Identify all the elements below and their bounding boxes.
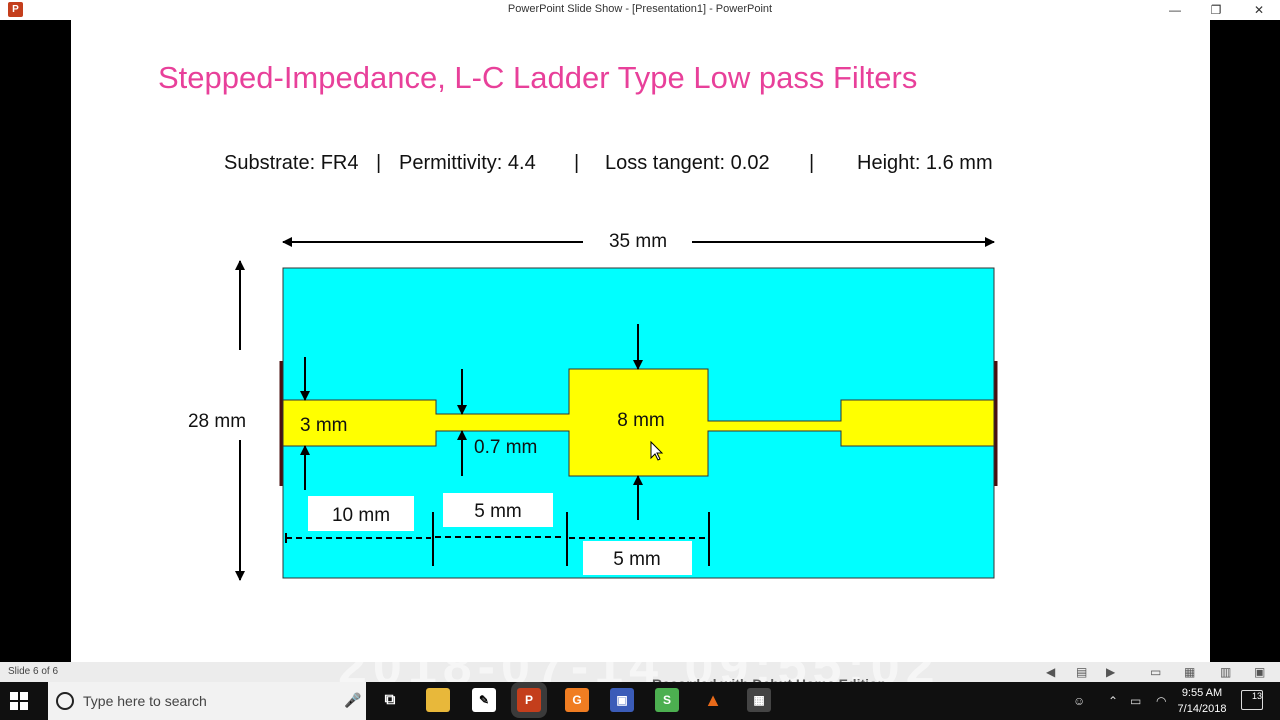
grid-view-icon[interactable]: ▦ bbox=[1184, 665, 1195, 679]
normal-view-icon[interactable]: ▭ bbox=[1150, 665, 1161, 679]
notification-count: 13 bbox=[1251, 691, 1262, 701]
window-title: PowerPoint Slide Show - [Presentation1] … bbox=[507, 3, 773, 15]
close-button[interactable]: ✕ bbox=[1239, 0, 1279, 20]
clock-time: 9:55 AM bbox=[1181, 687, 1223, 699]
taskbar-clock[interactable]: 9:55 AM 7/14/2018 bbox=[1176, 685, 1228, 717]
microphone-icon[interactable]: 🎤 bbox=[344, 692, 361, 709]
notepad-icon[interactable]: ✎ bbox=[472, 688, 496, 712]
previous-slide-icon[interactable]: ◀ bbox=[1046, 665, 1055, 679]
slide-number: Slide 6 of 6 bbox=[8, 666, 59, 677]
wide-width-label: 8 mm bbox=[617, 410, 665, 431]
matlab-icon[interactable]: ▲ bbox=[701, 688, 725, 712]
clock-date: 7/14/2018 bbox=[1177, 703, 1227, 715]
people-icon[interactable]: ☺ bbox=[1073, 694, 1085, 708]
slide-canvas[interactable]: Stepped-Impedance, L-C Ladder Type Low p… bbox=[71, 20, 1210, 662]
width-label: 35 mm bbox=[609, 231, 667, 252]
wifi-icon[interactable]: ◠ bbox=[1156, 694, 1166, 708]
feed-width-label: 3 mm bbox=[300, 415, 348, 436]
slideshow-view-icon[interactable]: ▣ bbox=[1254, 665, 1265, 679]
thin-width-label: 0.7 mm bbox=[474, 437, 537, 458]
show-hidden-icons[interactable]: ⌃ bbox=[1108, 694, 1118, 708]
search-placeholder: Type here to search bbox=[83, 693, 207, 709]
windows-start-icon[interactable] bbox=[10, 692, 28, 710]
filter-layout-diagram: 35 mm 28 mm 3 mm 0.7 mm 8 mm 10 mm 5 mm … bbox=[188, 231, 998, 581]
battery-icon[interactable]: ▭ bbox=[1130, 694, 1141, 708]
next-slide-icon[interactable]: ▶ bbox=[1106, 665, 1115, 679]
green-app-icon[interactable]: S bbox=[655, 688, 679, 712]
taskbar-search-box[interactable]: Type here to search 🎤 bbox=[48, 682, 366, 720]
calculator-icon[interactable]: ▦ bbox=[747, 688, 771, 712]
wide-length-label: 5 mm bbox=[613, 549, 661, 570]
height-label: 28 mm bbox=[188, 411, 246, 432]
cortana-icon bbox=[56, 692, 74, 710]
task-view-icon[interactable]: ⧉ bbox=[378, 688, 402, 712]
minimize-button[interactable]: — bbox=[1155, 0, 1195, 20]
thin-length-label: 5 mm bbox=[474, 501, 522, 522]
windows-taskbar: Type here to search 🎤 ⧉ ✎ P G ▣ S ▲ ▦ ☺ … bbox=[0, 682, 1280, 720]
slide-sorter-icon[interactable]: ▤ bbox=[1076, 665, 1087, 679]
file-explorer-icon[interactable] bbox=[426, 688, 450, 712]
window-titlebar: P PowerPoint Slide Show - [Presentation1… bbox=[0, 0, 1280, 20]
reading-view-icon[interactable]: ▥ bbox=[1220, 665, 1231, 679]
blue-app-icon[interactable]: ▣ bbox=[610, 688, 634, 712]
restore-button[interactable]: ❐ bbox=[1196, 0, 1236, 20]
feed-length-label: 10 mm bbox=[332, 505, 390, 526]
notification-center-icon[interactable]: 13 bbox=[1241, 690, 1263, 710]
powerpoint-taskbar-icon[interactable]: P bbox=[517, 688, 541, 712]
orange-app-icon[interactable]: G bbox=[565, 688, 589, 712]
